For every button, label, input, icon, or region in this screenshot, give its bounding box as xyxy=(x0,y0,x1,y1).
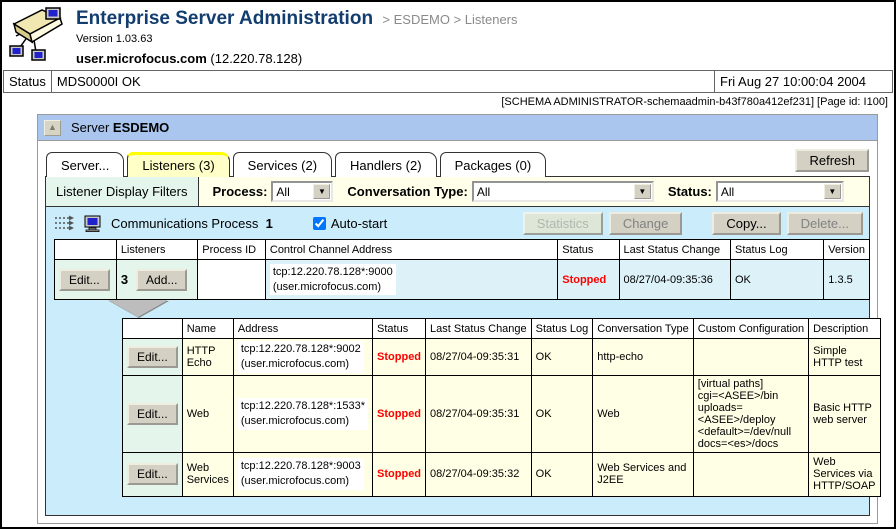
status-message: MDS0000I OK xyxy=(51,71,714,93)
dashed-arrows-icon xyxy=(54,215,78,231)
version-label: Version 1.03.63 xyxy=(76,33,518,45)
host-ip: (12.220.78.128) xyxy=(210,51,302,66)
connector xyxy=(46,300,869,318)
version-cell: 1.3.5 xyxy=(824,260,870,300)
host-line: user.microfocus.com (12.220.78.128) xyxy=(76,51,518,66)
status-badge: Stopped xyxy=(377,408,421,420)
server-title-bar: ▲ Server ESDEMO xyxy=(38,115,877,141)
status-filter: Status: All ▼ xyxy=(668,181,844,202)
status-label: Status xyxy=(4,71,52,93)
down-arrow-icon xyxy=(108,300,168,317)
conversation-type-filter-select[interactable]: All ▼ xyxy=(472,181,654,202)
communications-process-label: Communications Process xyxy=(111,216,258,231)
communications-process-header: Communications Process 1 Auto-start Stat… xyxy=(46,207,869,239)
process-filter-select[interactable]: All ▼ xyxy=(271,181,333,202)
status-filter-label: Status: xyxy=(668,184,712,199)
computer-icon xyxy=(83,215,103,232)
listeners-table: Name Address Status Last Status Change S… xyxy=(122,318,881,497)
tab-handlers[interactable]: Handlers (2) xyxy=(335,152,437,177)
listener-row: Edit... HTTP Echo tcp:12.220.78.128*:900… xyxy=(123,339,881,376)
host-name: user.microfocus.com xyxy=(76,51,207,66)
tab-bar: Server... Listeners (3) Services (2) Han… xyxy=(38,141,877,176)
statistics-button[interactable]: Statistics xyxy=(523,212,603,235)
copy-button[interactable]: Copy... xyxy=(712,212,780,235)
page-header: Enterprise Server Administration > ESDEM… xyxy=(2,2,894,68)
status-badge: Stopped xyxy=(562,274,606,286)
table-header-row: Listeners Process ID Control Channel Add… xyxy=(55,240,870,260)
chevron-down-icon: ▼ xyxy=(313,184,330,199)
communications-process-row: Edit... 3 Add... tcp:12.220.78.128*:9000… xyxy=(55,260,870,300)
delete-button[interactable]: Delete... xyxy=(787,212,863,235)
status-timestamp: Fri Aug 27 10:00:04 2004 xyxy=(715,71,893,93)
chevron-down-icon: ▼ xyxy=(824,184,841,199)
server-panel: ▲ Server ESDEMO Server... Listeners (3) … xyxy=(37,114,878,524)
listener-name: Web xyxy=(182,375,233,452)
change-button[interactable]: Change xyxy=(609,212,683,235)
auto-start-control: Auto-start xyxy=(313,216,387,231)
tab-listeners[interactable]: Listeners (3) xyxy=(127,152,229,177)
edit-listener-button[interactable]: Edit... xyxy=(127,346,178,368)
server-label: Server xyxy=(71,120,109,135)
schema-session-line: [SCHEMA ADMINISTRATOR-schemaadmin-b43f78… xyxy=(2,93,894,108)
status-badge: Stopped xyxy=(377,351,421,363)
auto-start-checkbox[interactable] xyxy=(313,217,326,230)
status-bar: Status MDS0000I OK Fri Aug 27 10:00:04 2… xyxy=(3,70,893,93)
breadcrumb: > ESDEMO > Listeners xyxy=(382,12,517,27)
server-name: ESDEMO xyxy=(113,120,169,135)
enterprise-server-logo-icon xyxy=(8,6,68,64)
listener-name: HTTP Echo xyxy=(182,339,233,376)
listeners-content: Listener Display Filters Process: All ▼ … xyxy=(45,176,870,516)
status-filter-select[interactable]: All ▼ xyxy=(716,181,844,202)
process-id-cell xyxy=(198,260,266,300)
tab-services[interactable]: Services (2) xyxy=(233,152,332,177)
page-title: Enterprise Server Administration xyxy=(76,8,373,29)
filters-title: Listener Display Filters xyxy=(46,177,199,206)
control-channel-address-cell: tcp:12.220.78.128*:9000 (user.microfocus… xyxy=(265,260,557,300)
last-status-change-cell: 08/27/04-09:35:36 xyxy=(619,260,730,300)
status-badge: Stopped xyxy=(377,468,421,480)
listeners-count: 3 xyxy=(121,272,128,287)
conversation-type-filter: Conversation Type: All ▼ xyxy=(347,181,653,202)
edit-process-button[interactable]: Edit... xyxy=(59,269,110,291)
process-filter-label: Process: xyxy=(213,184,268,199)
tab-packages[interactable]: Packages (0) xyxy=(440,152,547,177)
status-log-cell: OK xyxy=(731,260,824,300)
listener-display-filters: Listener Display Filters Process: All ▼ … xyxy=(46,177,869,207)
edit-listener-button[interactable]: Edit... xyxy=(127,403,178,425)
process-filter: Process: All ▼ xyxy=(213,181,334,202)
up-triangle-icon: ▲ xyxy=(48,122,57,132)
communications-process-table: Listeners Process ID Control Channel Add… xyxy=(54,239,870,300)
chevron-down-icon: ▼ xyxy=(634,184,651,199)
edit-listener-button[interactable]: Edit... xyxy=(127,463,178,485)
tab-server[interactable]: Server... xyxy=(46,152,124,177)
header-text: Enterprise Server Administration > ESDEM… xyxy=(68,6,518,66)
communications-process-section: Communications Process 1 Auto-start Stat… xyxy=(46,207,869,515)
collapse-button[interactable]: ▲ xyxy=(44,120,61,136)
add-listener-button[interactable]: Add... xyxy=(136,269,187,291)
communications-process-number: 1 xyxy=(266,216,273,231)
listener-row: Edit... Web Services tcp:12.220.78.128*:… xyxy=(123,452,881,496)
listener-row: Edit... Web tcp:12.220.78.128*:1533* (us… xyxy=(123,375,881,452)
listener-name: Web Services xyxy=(182,452,233,496)
table-header-row: Name Address Status Last Status Change S… xyxy=(123,319,881,339)
refresh-button[interactable]: Refresh xyxy=(795,149,869,172)
auto-start-label: Auto-start xyxy=(331,216,387,231)
conversation-type-filter-label: Conversation Type: xyxy=(347,184,467,199)
